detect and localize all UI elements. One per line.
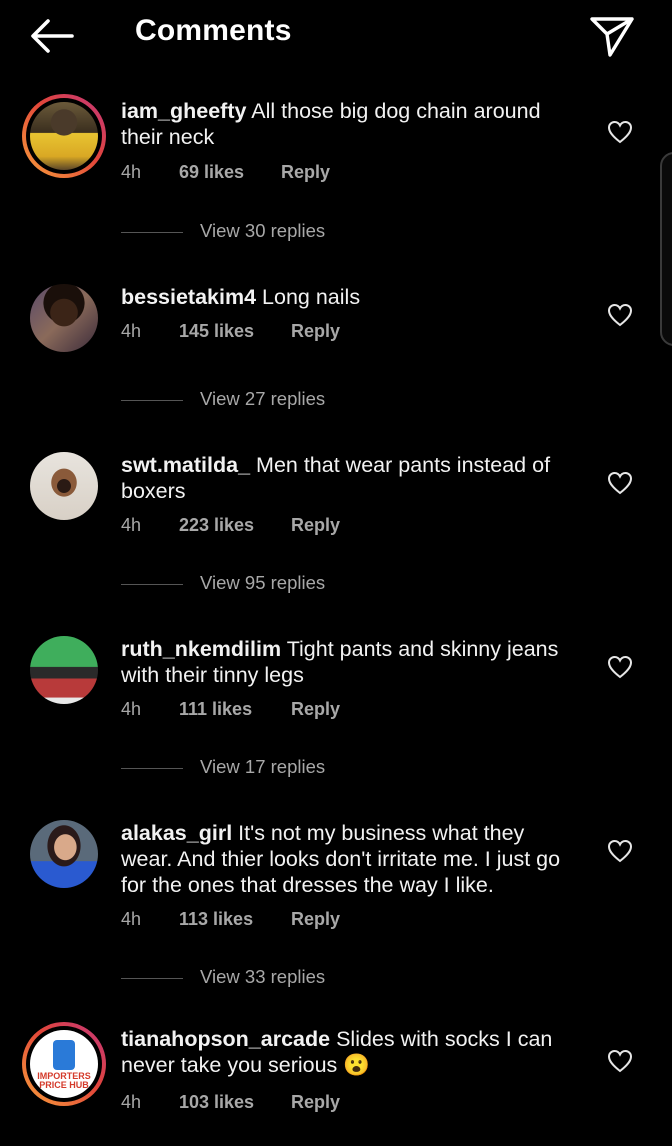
- avatar: [30, 102, 98, 170]
- scroll-handle[interactable]: [660, 152, 672, 346]
- avatar-container[interactable]: [30, 284, 98, 352]
- divider-line: [121, 978, 183, 979]
- comment-time: 4h: [121, 909, 142, 929]
- avatar: IMPORTERS PRICE HUB: [30, 1030, 98, 1098]
- comment-likes[interactable]: 69 likes: [179, 162, 244, 183]
- comment-username[interactable]: swt.matilda_: [121, 453, 250, 477]
- reply-button[interactable]: Reply: [281, 162, 330, 183]
- avatar-container[interactable]: [30, 820, 98, 888]
- view-replies-label: View 17 replies: [200, 756, 326, 777]
- view-replies-label: View 27 replies: [200, 388, 326, 409]
- comment-time: 4h: [121, 1092, 142, 1112]
- comment-likes[interactable]: 113 likes: [179, 909, 253, 930]
- reply-button[interactable]: Reply: [291, 515, 340, 536]
- comment-text: swt.matilda_ Men that wear pants instead…: [121, 452, 581, 504]
- view-replies-label: View 95 replies: [200, 572, 326, 593]
- comment-likes[interactable]: 111 likes: [179, 699, 252, 720]
- avatar-story-ring[interactable]: IMPORTERS PRICE HUB: [22, 1022, 106, 1106]
- comment-text: tianahopson_arcade Slides with socks I c…: [121, 1026, 581, 1078]
- divider-line: [121, 232, 183, 233]
- comment-time: 4h: [121, 699, 142, 719]
- heart-icon[interactable]: [607, 120, 633, 144]
- view-replies-label: View 33 replies: [200, 966, 326, 987]
- avatar: [30, 284, 98, 352]
- top-bar: Comments: [0, 0, 672, 68]
- comment-username[interactable]: bessietakim4: [121, 285, 256, 309]
- comment-time: 4h: [121, 515, 142, 535]
- comment-body: Long nails: [262, 285, 361, 309]
- comment-username[interactable]: alakas_girl: [121, 821, 232, 845]
- reply-button[interactable]: Reply: [291, 321, 340, 342]
- heart-icon[interactable]: [607, 655, 633, 679]
- heart-icon[interactable]: [607, 471, 633, 495]
- comment-text: iam_gheefty All those big dog chain arou…: [121, 98, 581, 150]
- avatar-container[interactable]: [30, 636, 98, 704]
- heart-icon[interactable]: [607, 303, 633, 327]
- reply-button[interactable]: Reply: [291, 699, 340, 720]
- comment-text: alakas_girl It's not my business what th…: [121, 820, 581, 898]
- divider-line: [121, 584, 183, 585]
- divider-line: [121, 768, 183, 769]
- share-button[interactable]: [588, 14, 636, 58]
- avatar-logo-text: IMPORTERS PRICE HUB: [37, 1071, 91, 1090]
- avatar-container[interactable]: [30, 452, 98, 520]
- comment-likes[interactable]: 223 likes: [179, 515, 254, 536]
- avatar: [30, 820, 98, 888]
- comment-likes[interactable]: 145 likes: [179, 321, 254, 342]
- comment-text: ruth_nkemdilim Tight pants and skinny je…: [121, 636, 581, 688]
- phone-graphic: [53, 1040, 75, 1070]
- reply-button[interactable]: Reply: [291, 1092, 340, 1113]
- comment-text: bessietakim4 Long nails: [121, 284, 581, 310]
- arrow-left-icon: [31, 19, 74, 53]
- back-button[interactable]: [26, 14, 78, 58]
- comment-username[interactable]: tianahopson_arcade: [121, 1027, 330, 1051]
- avatar: [30, 636, 98, 704]
- comment-likes[interactable]: 103 likes: [179, 1092, 254, 1113]
- heart-icon[interactable]: [607, 1049, 633, 1073]
- paper-plane-icon: [590, 17, 634, 57]
- page-title: Comments: [135, 14, 292, 47]
- reply-button[interactable]: Reply: [291, 909, 340, 930]
- avatar-story-ring[interactable]: [22, 94, 106, 178]
- divider-line: [121, 400, 183, 401]
- avatar: [30, 452, 98, 520]
- comment-username[interactable]: ruth_nkemdilim: [121, 637, 281, 661]
- view-replies-label: View 30 replies: [200, 220, 326, 241]
- comment-time: 4h: [121, 321, 142, 341]
- heart-icon[interactable]: [607, 839, 633, 863]
- comment-time: 4h: [121, 162, 142, 182]
- comment-username[interactable]: iam_gheefty: [121, 99, 246, 123]
